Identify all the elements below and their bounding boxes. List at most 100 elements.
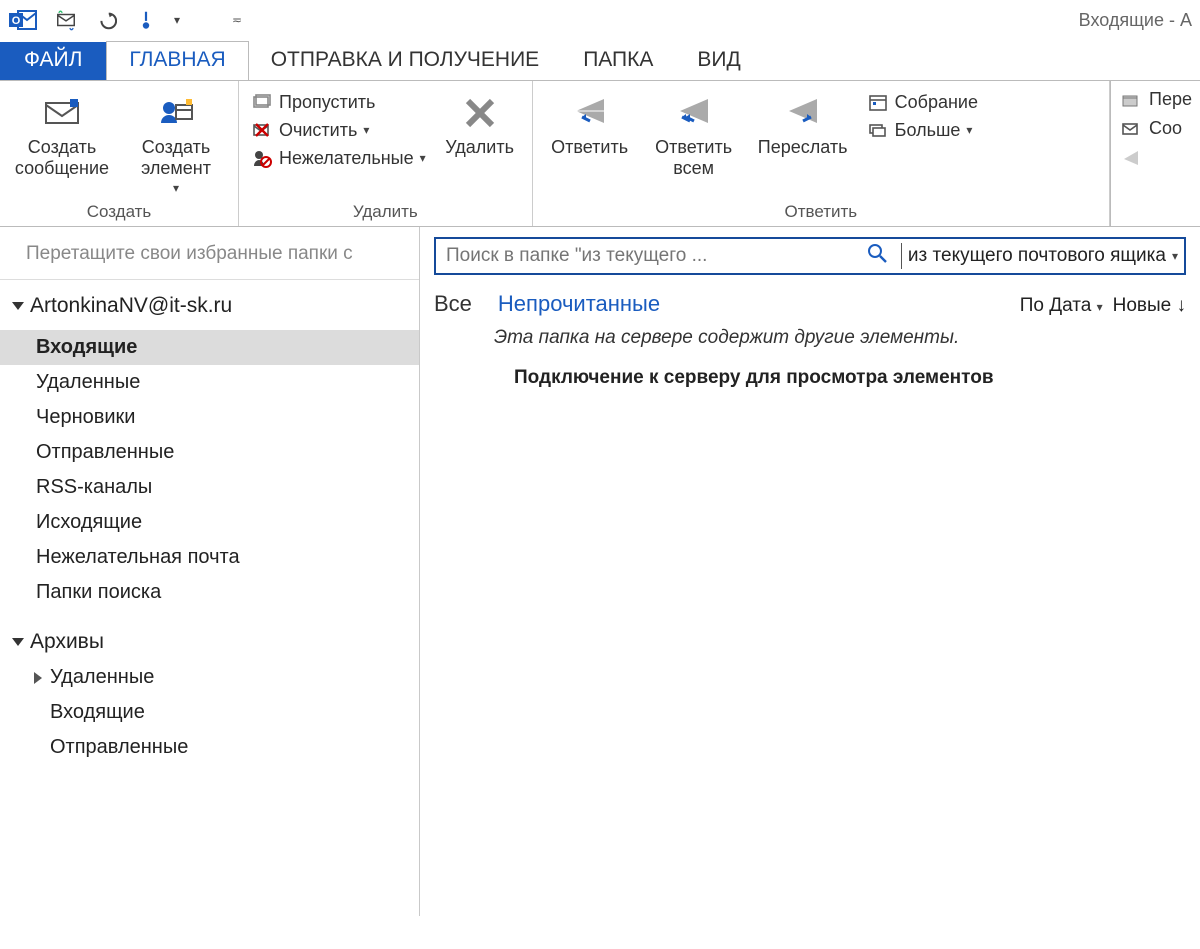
- group-delete-label: Удалить: [251, 202, 520, 222]
- folder-item[interactable]: Исходящие: [0, 505, 419, 540]
- sort-by-button[interactable]: По Дата ▾: [1020, 295, 1103, 317]
- folder-item[interactable]: Отправленные: [0, 730, 419, 765]
- ribbon-group-respond: Ответить Ответить всем Переслать Собрани…: [533, 81, 1110, 226]
- archives-label: Архивы: [30, 630, 104, 654]
- junk-button[interactable]: Нежелательные ▾: [251, 147, 426, 169]
- filter-row: Все Непрочитанные По Дата ▾ Новые ↓: [434, 291, 1186, 317]
- cleanup-button[interactable]: Очистить ▾: [251, 119, 426, 141]
- folder-item[interactable]: Черновики: [0, 400, 419, 435]
- ribbon-tabs: ФАЙЛ ГЛАВНАЯ ОТПРАВКА И ПОЛУЧЕНИЕ ПАПКА …: [0, 40, 1200, 80]
- forward-icon: [783, 93, 823, 133]
- search-bar: из текущего почтового ящика ▾: [434, 237, 1186, 275]
- new-mail-label: Создать сообщение: [12, 137, 112, 178]
- ribbon: Создать сообщение Создать элемент ▾ Созд…: [0, 80, 1200, 227]
- folder-item[interactable]: Входящие: [0, 330, 419, 365]
- new-item-button[interactable]: Создать элемент ▾: [126, 87, 226, 196]
- send-receive-icon[interactable]: [54, 8, 78, 32]
- favorites-hint: Перетащите свои избранные папки с: [0, 237, 419, 280]
- more-label: Больше: [895, 120, 961, 141]
- arrow-down-icon: ↓: [1177, 295, 1187, 316]
- tab-folder[interactable]: ПАПКА: [561, 42, 675, 80]
- new-item-label: Создать элемент: [126, 137, 226, 178]
- account-header[interactable]: ArtonkinaNV@it-sk.ru: [0, 294, 419, 318]
- delete-label: Удалить: [445, 137, 514, 158]
- reply-all-button[interactable]: Ответить всем: [649, 87, 739, 178]
- expand-icon: [34, 672, 42, 684]
- meeting-button[interactable]: Собрание: [867, 91, 978, 113]
- reply-icon: [570, 93, 610, 133]
- new-item-icon: [156, 93, 196, 133]
- tab-home[interactable]: ГЛАВНАЯ: [106, 41, 248, 80]
- cleanup-icon: [251, 119, 273, 141]
- folder-item[interactable]: Отправленные: [0, 435, 419, 470]
- chevron-down-icon: ▾: [1172, 249, 1178, 263]
- qat-dropdown-icon[interactable]: ▾: [174, 13, 180, 27]
- folder-pane: Перетащите свои избранные папки с Artonk…: [0, 227, 420, 916]
- undo-icon[interactable]: [94, 8, 118, 32]
- chevron-down-icon: ▾: [966, 123, 972, 137]
- archives-header[interactable]: Архивы: [0, 610, 419, 660]
- tab-view[interactable]: ВИД: [675, 42, 762, 80]
- filter-all-tab[interactable]: Все: [434, 291, 472, 317]
- ribbon-group-quicksteps: Пере Соо: [1110, 81, 1200, 226]
- search-input[interactable]: [436, 245, 859, 267]
- folder-label: Удаленные: [50, 666, 154, 689]
- new-mail-button[interactable]: Создать сообщение: [12, 87, 112, 178]
- reply-button[interactable]: Ответить: [545, 87, 635, 158]
- meeting-icon: [867, 91, 889, 113]
- group-create-label: Создать: [12, 202, 226, 222]
- collapse-icon: [12, 302, 24, 310]
- folder-item[interactable]: Удаленные: [0, 660, 419, 695]
- more-button[interactable]: Больше ▾: [867, 119, 978, 141]
- folder-list: ВходящиеУдаленныеЧерновикиОтправленныеRS…: [0, 330, 419, 610]
- svg-text:O: O: [12, 15, 21, 27]
- reply-all-icon: [674, 93, 714, 133]
- folder-item[interactable]: Нежелательная почта: [0, 540, 419, 575]
- server-items-hint: Эта папка на сервере содержит другие эле…: [494, 327, 1186, 349]
- ignore-button[interactable]: Пропустить: [251, 91, 426, 113]
- titlebar: O ▾ ≂ Входящие - A: [0, 0, 1200, 40]
- divider: [901, 243, 902, 269]
- chevron-down-icon: ▾: [1097, 300, 1103, 314]
- folder-label: Отправленные: [50, 736, 188, 759]
- connect-to-server-hint: Подключение к серверу для просмотра элем…: [514, 367, 1186, 389]
- chevron-down-icon: ▾: [420, 151, 426, 165]
- window-title: Входящие - A: [1079, 10, 1192, 31]
- more-icon: [867, 119, 889, 141]
- move-label: Пере: [1149, 89, 1192, 110]
- delete-icon: [460, 93, 500, 133]
- folder-item[interactable]: Входящие: [0, 695, 419, 730]
- another-action-button[interactable]: [1121, 143, 1200, 171]
- folder-item[interactable]: Удаленные: [0, 365, 419, 400]
- ribbon-group-delete: Пропустить Очистить ▾ Нежелательные ▾ Уд…: [239, 81, 533, 226]
- create-rule-button[interactable]: Соо: [1121, 114, 1200, 143]
- outlook-logo-icon: O: [8, 7, 38, 33]
- forward-button[interactable]: Переслать: [753, 87, 853, 158]
- junk-label: Нежелательные: [279, 148, 414, 169]
- folder-item[interactable]: RSS-каналы: [0, 470, 419, 505]
- search-scope-dropdown[interactable]: из текущего почтового ящика ▾: [908, 245, 1184, 267]
- tab-file[interactable]: ФАЙЛ: [0, 42, 106, 80]
- sort-direction-button[interactable]: Новые ↓: [1113, 295, 1186, 317]
- group-respond-label: Ответить: [545, 202, 1097, 222]
- ribbon-group-create: Создать сообщение Создать элемент ▾ Созд…: [0, 81, 239, 226]
- content-area: Перетащите свои избранные папки с Artonk…: [0, 227, 1200, 916]
- search-icon[interactable]: [867, 243, 887, 269]
- archive-list: Удаленные Входящие Отправленные: [0, 660, 419, 765]
- delete-button[interactable]: Удалить: [440, 87, 520, 158]
- tab-send-receive[interactable]: ОТПРАВКА И ПОЛУЧЕНИЕ: [249, 42, 561, 80]
- touch-mode-icon[interactable]: [134, 8, 158, 32]
- folder-item[interactable]: Папки поиска: [0, 575, 419, 610]
- create-rule-label: Соо: [1149, 118, 1182, 139]
- new-mail-icon: [42, 93, 82, 133]
- sort-by-label: По Дата: [1020, 295, 1092, 316]
- collapse-icon: [12, 638, 24, 646]
- reply-all-label: Ответить всем: [649, 137, 739, 178]
- junk-icon: [251, 147, 273, 169]
- meeting-label: Собрание: [895, 92, 978, 113]
- chevron-down-icon: ▾: [363, 123, 369, 137]
- quick-access-toolbar: O ▾ ≂: [8, 7, 242, 33]
- filter-unread-tab[interactable]: Непрочитанные: [498, 291, 660, 317]
- qat-customize-icon[interactable]: ≂: [232, 13, 242, 27]
- move-button[interactable]: Пере: [1121, 85, 1200, 114]
